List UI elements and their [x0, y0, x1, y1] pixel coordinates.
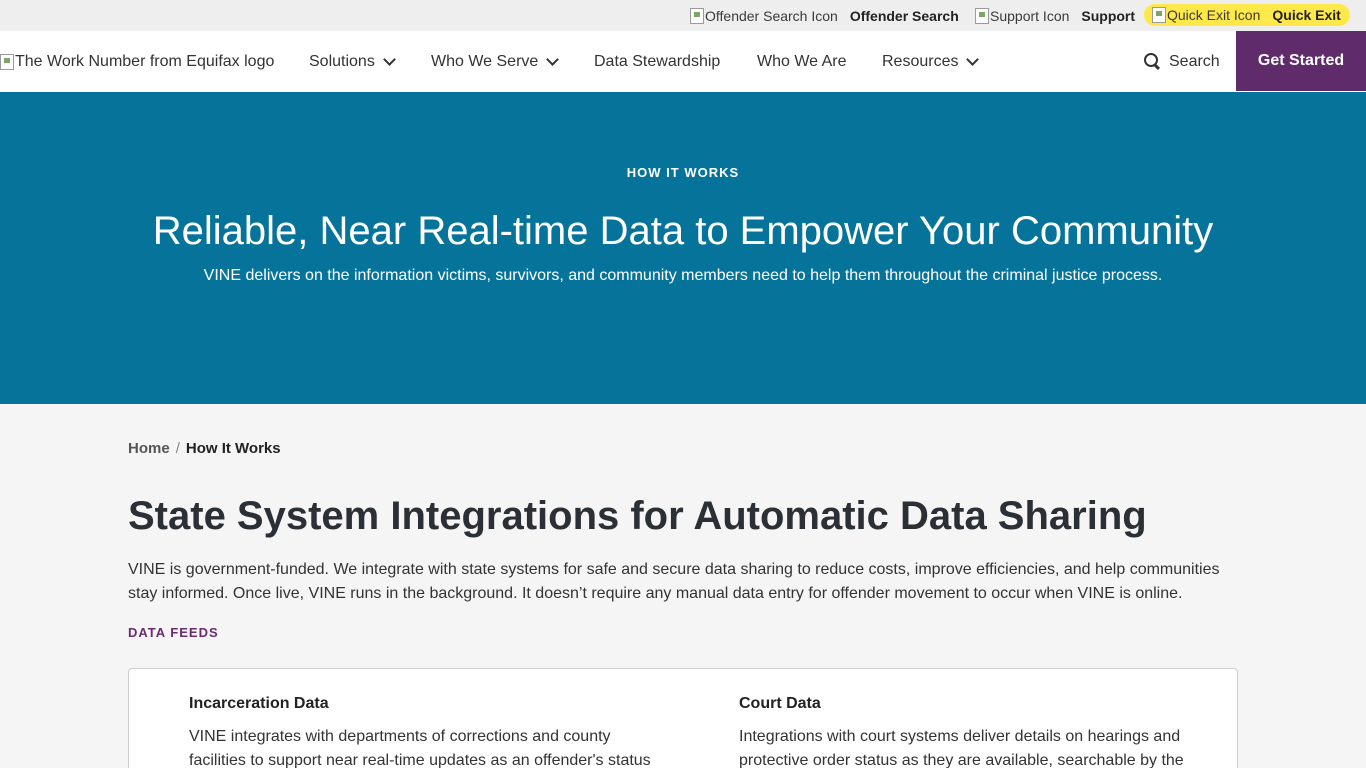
search-label: Search: [1169, 52, 1220, 70]
nav-item-data-stewardship[interactable]: Data Stewardship: [594, 31, 720, 92]
hero-banner: HOW IT WORKS Reliable, Near Real-time Da…: [0, 92, 1366, 404]
search-icon: [1144, 53, 1161, 70]
nav-item-who-we-serve[interactable]: Who We Serve: [431, 31, 560, 92]
chevron-down-icon: [966, 52, 980, 66]
feed-text: VINE integrates with departments of corr…: [189, 728, 651, 768]
feed-title: Incarceration Data: [189, 695, 329, 712]
nav-item-solutions[interactable]: Solutions: [309, 31, 396, 92]
chevron-down-icon: [382, 52, 396, 66]
breadcrumb: Home / How It Works: [128, 440, 281, 457]
intro-paragraph: VINE is government-funded. We integrate …: [128, 561, 1220, 602]
data-feeds-label: DATA FEEDS: [128, 625, 219, 640]
breadcrumb-home-link[interactable]: Home: [128, 440, 170, 457]
offender-search-icon: Offender Search Icon: [690, 7, 838, 24]
feed-text: Integrations with court systems deliver …: [739, 728, 1184, 768]
nav-item-who-we-are[interactable]: Who We Are: [757, 31, 847, 92]
hero-eyebrow: HOW IT WORKS: [626, 165, 740, 180]
hero-subtitle: VINE delivers on the information victims…: [203, 267, 1163, 284]
main-nav: The Work Number from Equifax logo Soluti…: [0, 31, 1366, 92]
hero-title: Reliable, Near Real-time Data to Empower…: [152, 209, 1214, 253]
quick-exit-label: Quick Exit: [1272, 7, 1341, 23]
feed-court: Court Data Integrations with court syste…: [739, 695, 1219, 768]
support-link[interactable]: Support Icon Support: [975, 0, 1135, 31]
offender-search-link[interactable]: Offender Search Icon Offender Search: [690, 0, 959, 31]
logo-alt-text: The Work Number from Equifax logo: [15, 52, 275, 70]
feed-incarceration: Incarceration Data VINE integrates with …: [189, 695, 669, 768]
quick-exit-icon: Quick Exit Icon: [1152, 7, 1260, 23]
nav-item-label: Who We Are: [757, 52, 847, 70]
support-icon: Support Icon: [975, 7, 1069, 24]
nav-item-label: Data Stewardship: [594, 52, 721, 70]
utility-bar: Offender Search Icon Offender Search Sup…: [0, 0, 1366, 31]
feed-title: Court Data: [739, 695, 821, 712]
site-logo[interactable]: The Work Number from Equifax logo: [0, 31, 274, 92]
nav-item-label: Resources: [882, 52, 959, 70]
nav-item-label: Who We Serve: [431, 52, 539, 70]
search-button[interactable]: Search: [1144, 31, 1220, 92]
logo-broken-image-icon: [0, 53, 14, 70]
quick-exit-button[interactable]: Quick Exit Icon Quick Exit: [1144, 4, 1350, 26]
chevron-down-icon: [546, 52, 560, 66]
breadcrumb-separator: /: [175, 440, 180, 457]
nav-item-resources[interactable]: Resources: [882, 31, 980, 92]
breadcrumb-current: How It Works: [185, 440, 281, 457]
support-label: Support: [1081, 7, 1136, 24]
data-feeds-card: Incarceration Data VINE integrates with …: [128, 668, 1238, 768]
offender-search-label: Offender Search: [849, 7, 959, 24]
nav-item-label: Solutions: [309, 52, 375, 70]
get-started-button[interactable]: Get Started: [1236, 31, 1366, 91]
section-title: State System Integrations for Automatic …: [128, 494, 1147, 538]
